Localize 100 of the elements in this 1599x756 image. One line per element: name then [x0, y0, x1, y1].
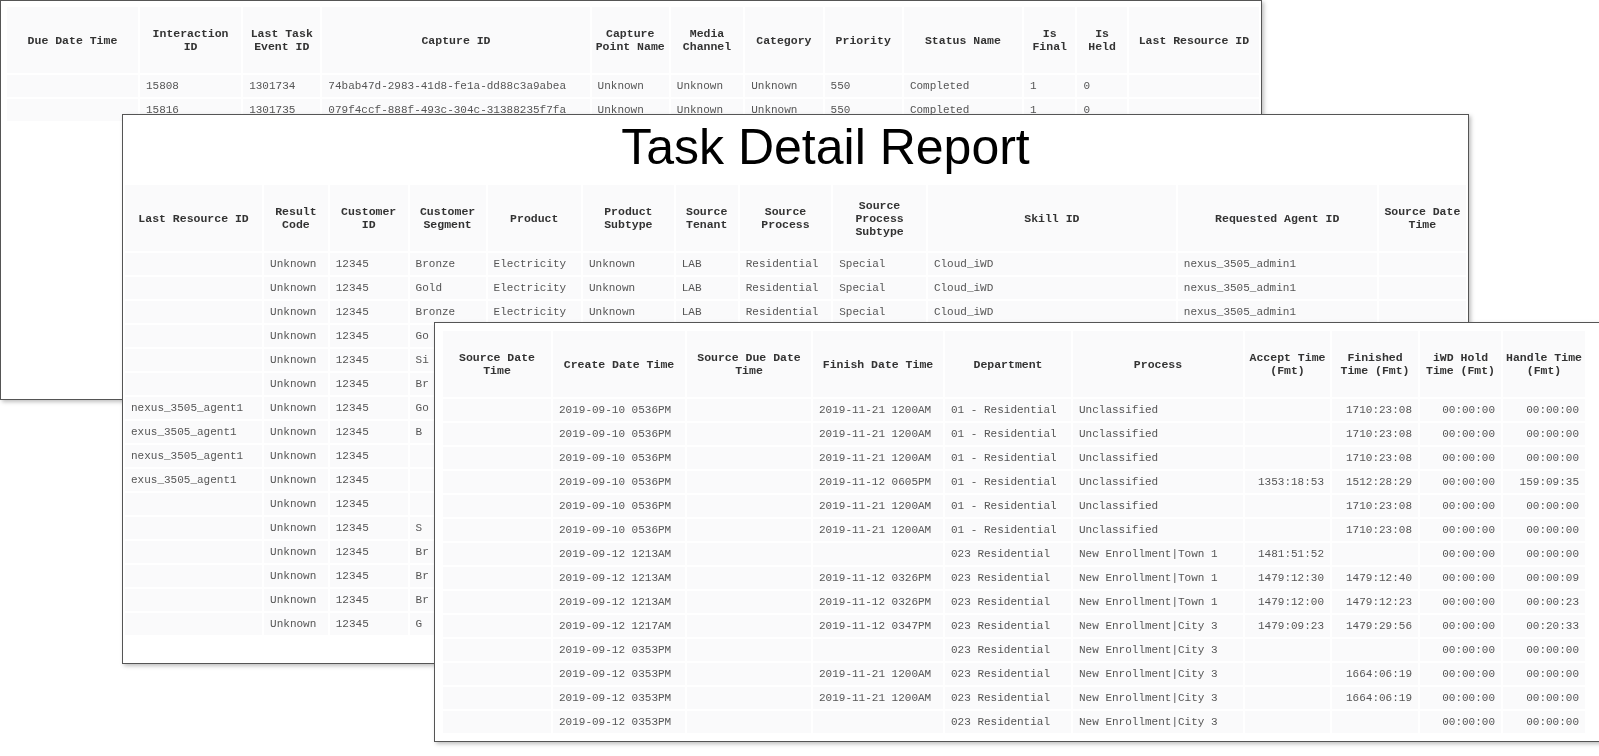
table-cell: Cloud_iWD: [927, 301, 1176, 323]
table-cell: 00:00:00: [1503, 639, 1585, 661]
table-cell: Unknown: [264, 589, 328, 611]
table-cell: 00:00:00: [1420, 687, 1501, 709]
table-cell: 023 Residential: [945, 543, 1071, 565]
table-cell: Unknown: [264, 517, 328, 539]
table-cell: 12345: [329, 613, 408, 635]
table-cell: 2019-09-12 1217AM: [553, 615, 685, 637]
table-cell: Unknown: [591, 75, 669, 97]
table-cell: New Enrollment|City 3: [1073, 663, 1243, 685]
table-cell: Completed: [903, 75, 1022, 97]
table-cell: 2019-11-21 1200AM: [813, 423, 943, 445]
column-header: Status Name: [903, 7, 1022, 73]
column-header: Capture ID: [322, 7, 590, 73]
column-header: Interaction ID: [139, 7, 242, 73]
table-cell: Unknown: [264, 493, 328, 515]
table-cell: 023 Residential: [945, 639, 1071, 661]
table-cell: Unknown: [745, 75, 823, 97]
column-header: Last Resource ID: [125, 185, 263, 251]
table-cell: 12345: [329, 421, 408, 443]
table-cell: Bronze: [409, 253, 486, 275]
table-cell: Residential: [739, 301, 832, 323]
table-cell: 12345: [329, 397, 408, 419]
table-cell: nexus_3505_admin1: [1177, 301, 1377, 323]
table-cell: 2019-11-12 0347PM: [813, 615, 943, 637]
column-header: Priority: [824, 7, 902, 73]
table-cell: nexus_3505_admin1: [1177, 253, 1377, 275]
table-cell: Unknown: [264, 613, 328, 635]
table-cell: Unknown: [264, 421, 328, 443]
table-cell: 2019-11-21 1200AM: [813, 399, 943, 421]
table-cell: 12345: [329, 301, 408, 323]
table-cell: 1481:51:52: [1245, 543, 1330, 565]
table-cell: Unknown: [264, 397, 328, 419]
table-cell: Unclassified: [1073, 495, 1243, 517]
table-cell: 2019-11-12 0326PM: [813, 591, 943, 613]
table-cell: 01 - Residential: [945, 519, 1071, 541]
table-cell: 159:09:35: [1503, 471, 1585, 493]
table-cell: 1710:23:08: [1332, 519, 1418, 541]
table-cell: 12345: [329, 373, 408, 395]
report-title: Task Detail Report: [620, 118, 1031, 177]
column-header: Product: [487, 185, 581, 251]
table-cell: 2019-09-12 1213AM: [553, 567, 685, 589]
column-header: Product Subtype: [582, 185, 674, 251]
table-cell: 00:00:00: [1420, 495, 1501, 517]
table-cell: 023 Residential: [945, 591, 1071, 613]
table-cell: 023 Residential: [945, 567, 1071, 589]
column-header: Source Date Time: [1378, 185, 1466, 251]
table-cell: 023 Residential: [945, 663, 1071, 685]
column-header: Process: [1073, 331, 1243, 397]
table-cell: 12345: [329, 589, 408, 611]
table-cell: 00:00:23: [1503, 591, 1585, 613]
table-cell: 01 - Residential: [945, 423, 1071, 445]
table-cell: Unknown: [264, 469, 328, 491]
table-cell: Cloud_iWD: [927, 253, 1176, 275]
table-cell: Unknown: [264, 541, 328, 563]
column-header: Is Held: [1077, 7, 1127, 73]
table-cell: Gold: [409, 277, 486, 299]
column-header: Last Task Event ID: [243, 7, 321, 73]
table-cell: 00:00:00: [1420, 639, 1501, 661]
table-cell: 00:00:00: [1503, 495, 1585, 517]
column-header: Skill ID: [927, 185, 1176, 251]
table-cell: New Enrollment|Town 1: [1073, 591, 1243, 613]
column-header: Accept Time (Fmt): [1245, 331, 1330, 397]
table-cell: 00:00:00: [1420, 711, 1501, 733]
table-cell: 01 - Residential: [945, 399, 1071, 421]
table-cell: 1479:29:56: [1332, 615, 1418, 637]
table-cell: 00:00:00: [1420, 423, 1501, 445]
column-header: Result Code: [264, 185, 328, 251]
table-cell: Unknown: [582, 253, 674, 275]
table-cell: Unclassified: [1073, 519, 1243, 541]
table-cell: 1479:12:23: [1332, 591, 1418, 613]
table-cell: Cloud_iWD: [927, 277, 1176, 299]
table-cell: Unknown: [264, 301, 328, 323]
table-cell: 00:00:00: [1420, 615, 1501, 637]
table-cell: 12345: [329, 277, 408, 299]
table-cell: 2019-09-12 1213AM: [553, 543, 685, 565]
column-header: Is Final: [1023, 7, 1076, 73]
table-cell: Electricity: [487, 253, 581, 275]
table-cell: 2019-11-21 1200AM: [813, 447, 943, 469]
table-cell: 01 - Residential: [945, 471, 1071, 493]
column-header: Last Resource ID: [1128, 7, 1259, 73]
table-cell: Residential: [739, 277, 832, 299]
table-cell: Electricity: [487, 277, 581, 299]
table-cell: 12345: [329, 565, 408, 587]
table-cell: 023 Residential: [945, 711, 1071, 733]
table-cell: nexus_3505_agent1: [125, 397, 263, 419]
table-cell: 0: [1077, 75, 1127, 97]
table-cell: Unknown: [264, 373, 328, 395]
table-cell: 1479:12:00: [1245, 591, 1330, 613]
table-cell: 2019-09-12 1213AM: [553, 591, 685, 613]
table-cell: Unknown: [670, 75, 744, 97]
table-cell: 1664:06:19: [1332, 687, 1418, 709]
table-cell: 1710:23:08: [1332, 495, 1418, 517]
table-cell: 023 Residential: [945, 615, 1071, 637]
table-cell: LAB: [675, 277, 738, 299]
column-header: Department: [945, 331, 1071, 397]
table-cell: Unknown: [264, 565, 328, 587]
column-header: Source Process: [739, 185, 832, 251]
table-cell: 1301734: [243, 75, 321, 97]
table-cell: Unknown: [264, 253, 328, 275]
